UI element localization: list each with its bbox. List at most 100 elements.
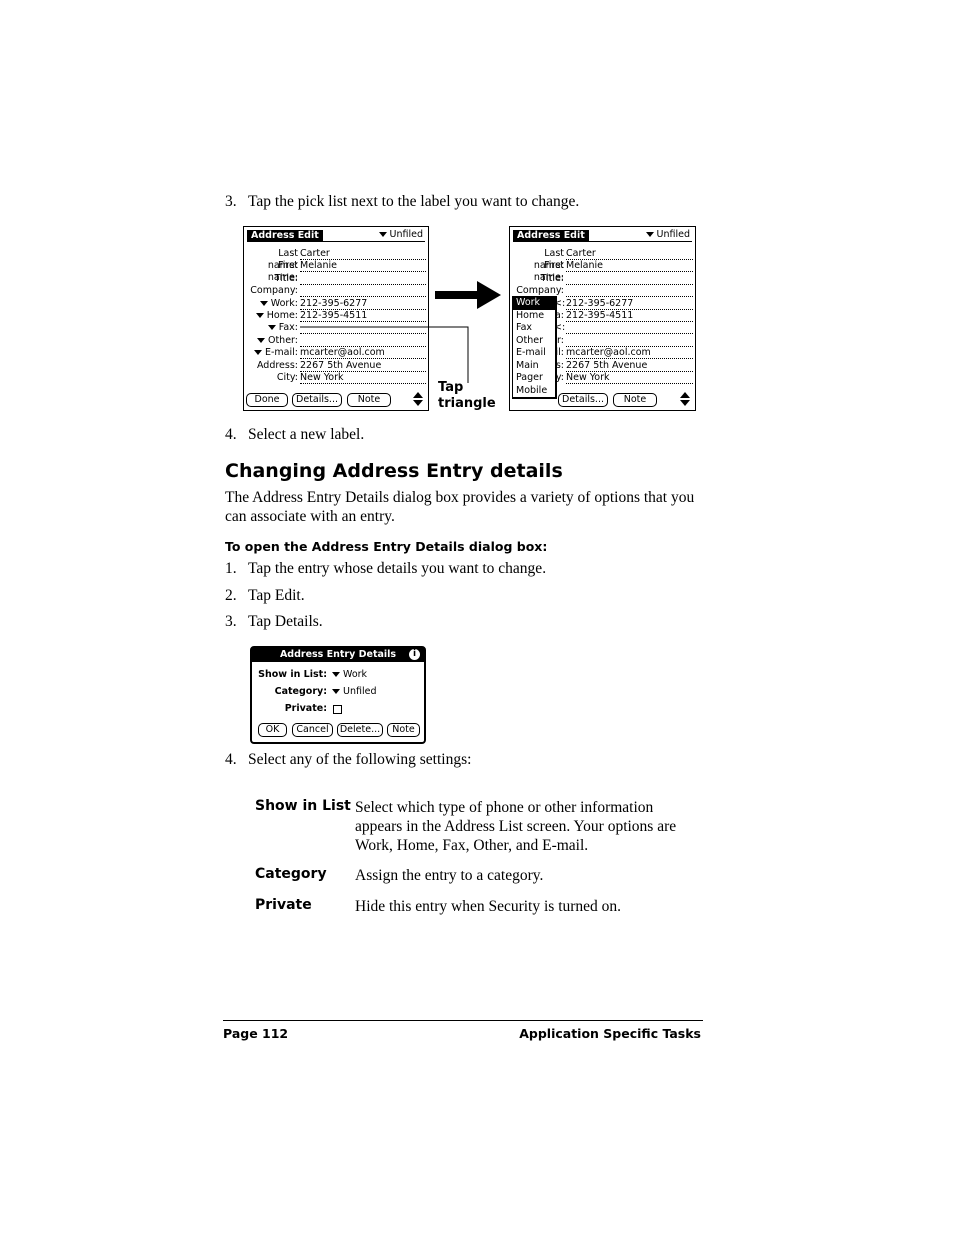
field-label[interactable]: Fax: [246,322,298,334]
address-edit-picklist-screen: Address Edit Unfiled Last name: Carter Fir… [509,226,696,411]
details-button[interactable]: Details... [292,393,342,407]
definition-desc: Assign the entry to a category. [355,867,544,884]
triangle-icon [332,689,340,694]
note-button[interactable]: Note [387,723,420,737]
field-value[interactable]: Melanie [300,260,426,273]
field-label: Title: [540,272,564,284]
field-value[interactable]: mcarter@aol.com [566,347,693,360]
done-button[interactable]: Done [246,393,288,407]
note-button[interactable]: Note [613,393,657,407]
step-number: 3. [225,613,237,630]
private-checkbox[interactable] [333,705,342,714]
details-button[interactable]: Details... [558,393,608,407]
category-picker[interactable]: Unfiled [378,229,423,241]
label-pick-list[interactable]: Work Home Fax Other E-mail Main Pager Mo… [512,296,557,399]
category-label: Category: [274,686,327,697]
pick-item-fax[interactable]: Fax [513,322,555,335]
triangle-icon[interactable] [256,337,265,343]
triangle-icon[interactable] [259,300,268,306]
field-label: City: [276,372,298,383]
field-value[interactable] [566,285,693,298]
pick-item-main[interactable]: Main [513,360,555,373]
address-entry-details-dialog: Address Entry Details i Show in List: Wo… [250,646,426,744]
category-picker[interactable]: Unfiled [332,686,376,697]
scroll-arrows-icon[interactable] [679,391,691,407]
triangle-icon [332,672,340,677]
section-paragraph: The Address Entry Details dialog box pro… [225,489,695,525]
definition-desc: Hide this entry when Security is turned … [355,898,622,915]
field-value[interactable]: 212-395-6277 [566,298,693,310]
show-in-list-picker[interactable]: Work [332,669,367,680]
callout-text: Tap triangle [438,380,496,411]
field-row: First name: Melanie [510,260,695,283]
cancel-button[interactable]: Cancel [292,723,333,737]
pick-item-other[interactable]: Other [513,335,555,348]
definition-term: Category [255,866,327,882]
step-number: 1. [225,560,237,577]
field-label: Title: [274,272,298,284]
info-icon[interactable]: i [409,649,420,660]
right-arrow-icon [435,281,501,309]
field-row: First name: Melanie [244,260,428,283]
callout-line [300,326,469,383]
procedure-heading: To open the Address Entry Details dialog… [225,539,548,554]
title-underline [513,241,692,242]
step-text: Select any of the following settings: [248,751,472,768]
field-row: Company: [244,285,428,298]
field-label[interactable]: Other: [246,335,298,347]
step-text: Tap the pick list next to the label you … [248,193,580,210]
step-number: 2. [225,587,237,604]
step-text: Tap Details. [248,613,323,630]
field-value[interactable] [300,273,426,285]
triangle-icon [645,232,654,237]
pick-item-home[interactable]: Home [513,310,555,323]
field-value[interactable]: Carter [300,248,426,260]
field-value[interactable] [566,273,693,285]
field-value[interactable] [300,285,426,298]
pick-item-work[interactable]: Work [513,297,555,310]
ok-button[interactable]: OK [258,723,287,737]
field-row: Home: 212-395-4511 [244,310,428,322]
field-value[interactable]: 212-395-6277 [300,298,426,310]
scroll-arrows-icon[interactable] [412,391,424,407]
field-label: Address: [256,359,298,371]
field-value[interactable]: 2267 5th Avenue [566,360,693,372]
private-label: Private: [284,703,327,714]
triangle-icon[interactable] [254,350,262,356]
field-value[interactable] [566,335,693,347]
field-value[interactable]: Melanie [566,260,693,273]
pick-item-mobile[interactable]: Mobile [513,385,555,398]
field-value[interactable]: Carter [566,248,693,260]
field-label[interactable]: Home: [246,310,298,322]
footer-section-title: Application Specific Tasks [519,1026,701,1041]
step-number: 4. [225,426,237,443]
field-label: Company: [250,285,298,297]
field-value[interactable]: 212-395-4511 [566,310,693,322]
definition-term: Show in List [255,798,351,814]
pick-item-pager[interactable]: Pager [513,372,555,385]
triangle-icon[interactable] [255,313,264,318]
title-underline [247,241,425,242]
footer-rule [223,1020,703,1021]
note-button[interactable]: Note [347,393,391,407]
section-heading: Changing Address Entry details [225,460,563,482]
triangle-icon[interactable] [267,325,276,331]
field-row: Last name: Carter [244,248,428,271]
pick-item-email[interactable]: E-mail [513,347,555,360]
page-number: Page 112 [223,1026,289,1041]
step-number: 3. [225,193,237,210]
field-value[interactable]: New York [566,372,693,384]
delete-button[interactable]: Delete... [337,723,383,737]
category-picker[interactable]: Unfiled [645,229,690,241]
field-label[interactable]: Work: [246,298,298,310]
dialog-title-bar: Address Entry Details i [252,648,424,662]
step-text: Tap Edit. [248,587,305,604]
field-value[interactable] [566,322,693,335]
field-label[interactable]: E-mail: [246,347,298,359]
field-value[interactable]: 212-395-4511 [300,310,426,322]
definition-term: Private [255,897,312,913]
definition-desc: Select which type of phone or other info… [355,799,677,854]
step-text: Select a new label. [248,426,365,443]
step-text: Tap the entry whose details you want to … [248,560,547,577]
field-row: Last name: Carter [510,248,695,271]
